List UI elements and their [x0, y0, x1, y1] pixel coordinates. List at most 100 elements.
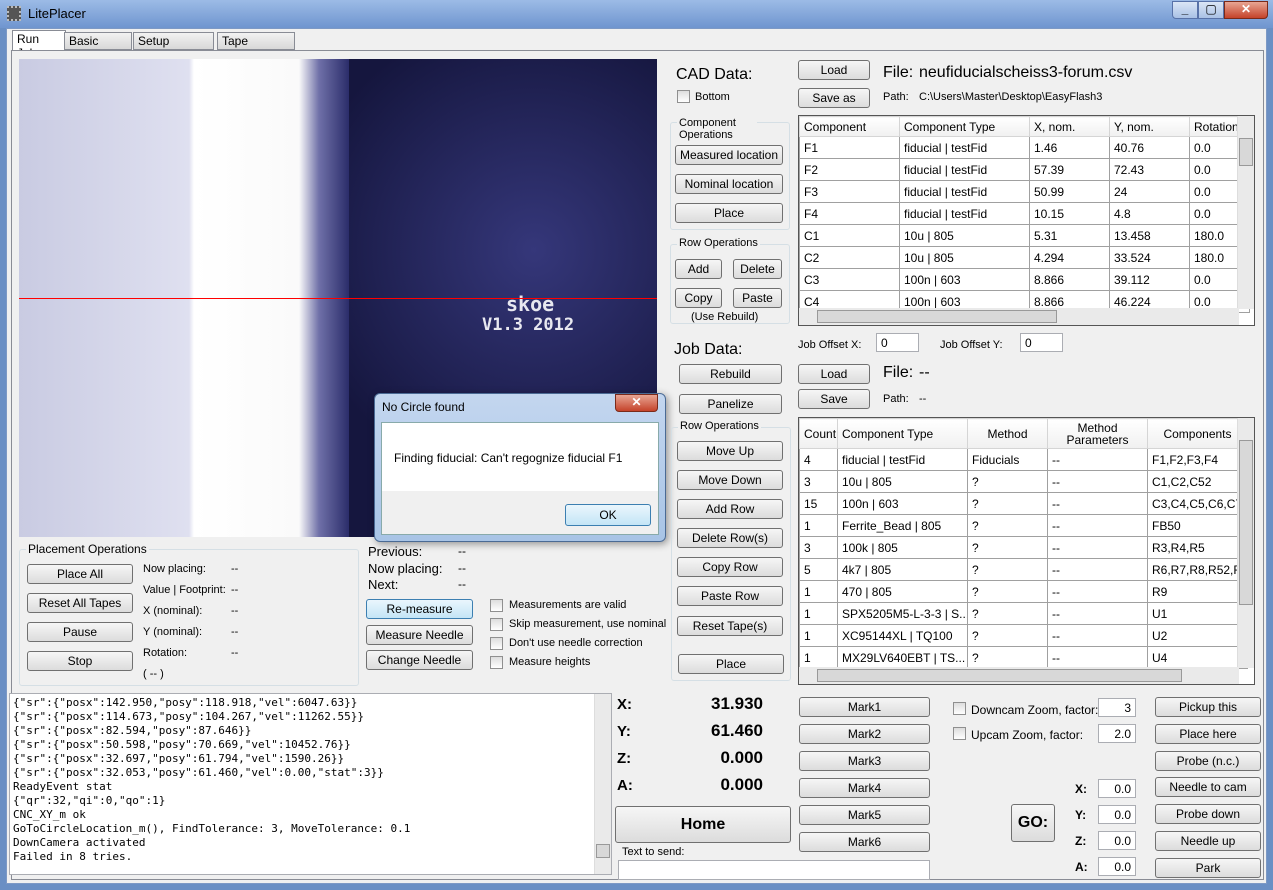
- text-to-send-input[interactable]: [618, 860, 930, 880]
- table-row[interactable]: 15 100n | 603? -- C3,C4,C5,C6,C7,C: [799, 492, 1248, 515]
- dialog-ok-button[interactable]: OK: [565, 504, 651, 526]
- column-header[interactable]: Method: [967, 418, 1048, 449]
- pickup-this-button[interactable]: Pickup this: [1155, 697, 1261, 717]
- cad-vertical-scrollbar[interactable]: [1237, 116, 1254, 309]
- upcam-zoom-input[interactable]: [1098, 724, 1136, 743]
- mark-button[interactable]: Mark4: [799, 778, 930, 798]
- table-row[interactable]: 1 MX29LV640EBT | TS...? -- U4: [799, 646, 1248, 669]
- table-row[interactable]: C1 10u | 805 5.31 13.458 180.0: [799, 224, 1250, 247]
- home-button[interactable]: Home: [615, 806, 791, 843]
- pause-button[interactable]: Pause: [27, 622, 133, 642]
- job-save-button[interactable]: Save: [798, 389, 870, 409]
- mark-button[interactable]: Mark6: [799, 832, 930, 852]
- column-header[interactable]: Method Parameters: [1047, 418, 1148, 449]
- downcam-zoom-checkbox[interactable]: [953, 702, 966, 715]
- probe-down-button[interactable]: Probe down: [1155, 804, 1261, 825]
- place-all-button[interactable]: Place All: [27, 564, 133, 584]
- table-row[interactable]: F4 fiducial | testFid 10.15 4.8 0.0: [799, 202, 1250, 225]
- job-data-grid[interactable]: Count Component Type Method Method Paramete…: [798, 417, 1255, 685]
- column-header[interactable]: Component: [799, 116, 900, 137]
- cad-horizontal-scrollbar[interactable]: [799, 308, 1239, 325]
- add-row-button[interactable]: Add Row: [677, 499, 783, 519]
- park-button[interactable]: Park: [1155, 857, 1261, 878]
- go-axis-input[interactable]: [1098, 857, 1136, 876]
- table-row[interactable]: 1 Ferrite_Bead | 805? -- FB50: [799, 514, 1248, 537]
- measure-checkbox[interactable]: [490, 618, 503, 631]
- stop-button[interactable]: Stop: [27, 651, 133, 671]
- rebuild-button[interactable]: Rebuild: [679, 364, 782, 384]
- job-vertical-scrollbar[interactable]: [1237, 418, 1254, 668]
- panelize-button[interactable]: Panelize: [679, 394, 782, 414]
- move-down-button[interactable]: Move Down: [677, 470, 783, 490]
- measure-checkbox[interactable]: [490, 599, 503, 612]
- minimize-button[interactable]: _: [1172, 1, 1198, 19]
- table-row[interactable]: 1 470 | 805? -- R9: [799, 580, 1248, 603]
- tab-setup-cameras[interactable]: Setup Cameras: [133, 32, 214, 62]
- re-measure-button[interactable]: Re-measure: [366, 599, 473, 619]
- column-header[interactable]: Y, nom.: [1109, 116, 1190, 137]
- go-button[interactable]: GO:: [1011, 804, 1055, 842]
- mark-button[interactable]: Mark1: [799, 697, 930, 717]
- table-row[interactable]: 1 XC95144XL | TQ100? -- U2: [799, 624, 1248, 647]
- change-needle-button[interactable]: Change Needle: [366, 650, 473, 670]
- column-header[interactable]: Count: [799, 418, 838, 449]
- go-axis-input[interactable]: [1098, 831, 1136, 850]
- column-header[interactable]: Component Type: [899, 116, 1030, 137]
- table-row[interactable]: F3 fiducial | testFid 50.99 24 0.0: [799, 180, 1250, 203]
- place-component-button[interactable]: Place: [675, 203, 783, 223]
- bottom-checkbox[interactable]: [677, 90, 690, 103]
- log-textbox[interactable]: {"sr":{"posx":142.950,"posy":118.918,"ve…: [9, 693, 612, 875]
- job-load-button[interactable]: Load: [798, 364, 870, 384]
- add-button[interactable]: Add: [675, 259, 722, 279]
- table-row[interactable]: F1 fiducial | testFid 1.46 40.76 0.0: [799, 136, 1250, 159]
- table-row[interactable]: 3 10u | 805? -- C1,C2,C52: [799, 470, 1248, 493]
- maximize-button[interactable]: ▢: [1198, 1, 1224, 19]
- measured-location-button[interactable]: Measured location: [675, 145, 783, 165]
- copy-row-button[interactable]: Copy Row: [677, 557, 783, 577]
- table-row[interactable]: C3 100n | 603 8.866 39.112 0.0: [799, 268, 1250, 291]
- place-here-button[interactable]: Place here: [1155, 723, 1261, 744]
- downcam-zoom-input[interactable]: [1098, 698, 1136, 717]
- reset-tape-s-button[interactable]: Reset Tape(s): [677, 616, 783, 636]
- paste-button[interactable]: Paste: [733, 288, 782, 308]
- copy-button[interactable]: Copy: [675, 288, 722, 308]
- dialog-close-button[interactable]: ✕: [615, 394, 658, 412]
- paste-row-button[interactable]: Paste Row: [677, 586, 783, 606]
- column-header[interactable]: Component Type: [837, 418, 968, 449]
- reset-all-tapes-button[interactable]: Reset All Tapes: [27, 593, 133, 613]
- log-scrollbar[interactable]: [594, 694, 611, 874]
- delete-row-s-button[interactable]: Delete Row(s): [677, 528, 783, 548]
- tab-tape-positions[interactable]: Tape Positions: [217, 32, 295, 62]
- cad-data-grid[interactable]: Component Component Type X, nom. Y, nom. Rot…: [798, 115, 1255, 326]
- table-row[interactable]: F2 fiducial | testFid 57.39 72.43 0.0: [799, 158, 1250, 181]
- tab-basic-setup[interactable]: Basic Setup: [64, 32, 132, 62]
- column-header[interactable]: X, nom.: [1029, 116, 1110, 137]
- tab-run-job[interactable]: Run Job: [12, 30, 66, 60]
- delete-button[interactable]: Delete: [733, 259, 782, 279]
- cad-load-button[interactable]: Load: [798, 60, 870, 80]
- column-header[interactable]: Components: [1147, 418, 1248, 449]
- probe-n-c-button[interactable]: Probe (n.c.): [1155, 750, 1261, 771]
- job-offset-y-input[interactable]: [1020, 333, 1063, 352]
- job-offset-x-input[interactable]: [876, 333, 919, 352]
- needle-up-button[interactable]: Needle up: [1155, 831, 1261, 851]
- table-row[interactable]: 1 SPX5205M5-L-3-3 | S...? -- U1: [799, 602, 1248, 625]
- close-button[interactable]: ✕: [1224, 1, 1268, 19]
- go-axis-input[interactable]: [1098, 779, 1136, 798]
- table-row[interactable]: 4 fiducial | testFid Fiducials -- F1,F2,F3,F…: [799, 448, 1248, 471]
- needle-to-cam-button[interactable]: Needle to cam: [1155, 777, 1261, 798]
- mark-button[interactable]: Mark3: [799, 751, 930, 771]
- go-axis-input[interactable]: [1098, 805, 1136, 824]
- move-up-button[interactable]: Move Up: [677, 441, 783, 461]
- table-row[interactable]: 3 100k | 805? -- R3,R4,R5: [799, 536, 1248, 559]
- table-row[interactable]: 5 4k7 | 805? -- R6,R7,R8,R52,R5: [799, 558, 1248, 581]
- measure-checkbox[interactable]: [490, 656, 503, 669]
- mark-button[interactable]: Mark5: [799, 805, 930, 825]
- upcam-zoom-checkbox[interactable]: [953, 727, 966, 740]
- measure-needle-button[interactable]: Measure Needle: [366, 625, 473, 645]
- nominal-location-button[interactable]: Nominal location: [675, 174, 783, 194]
- mark-button[interactable]: Mark2: [799, 724, 930, 744]
- job-horizontal-scrollbar[interactable]: [799, 667, 1239, 684]
- cad-save-as-button[interactable]: Save as: [798, 88, 870, 108]
- job-place-button[interactable]: Place: [678, 654, 784, 674]
